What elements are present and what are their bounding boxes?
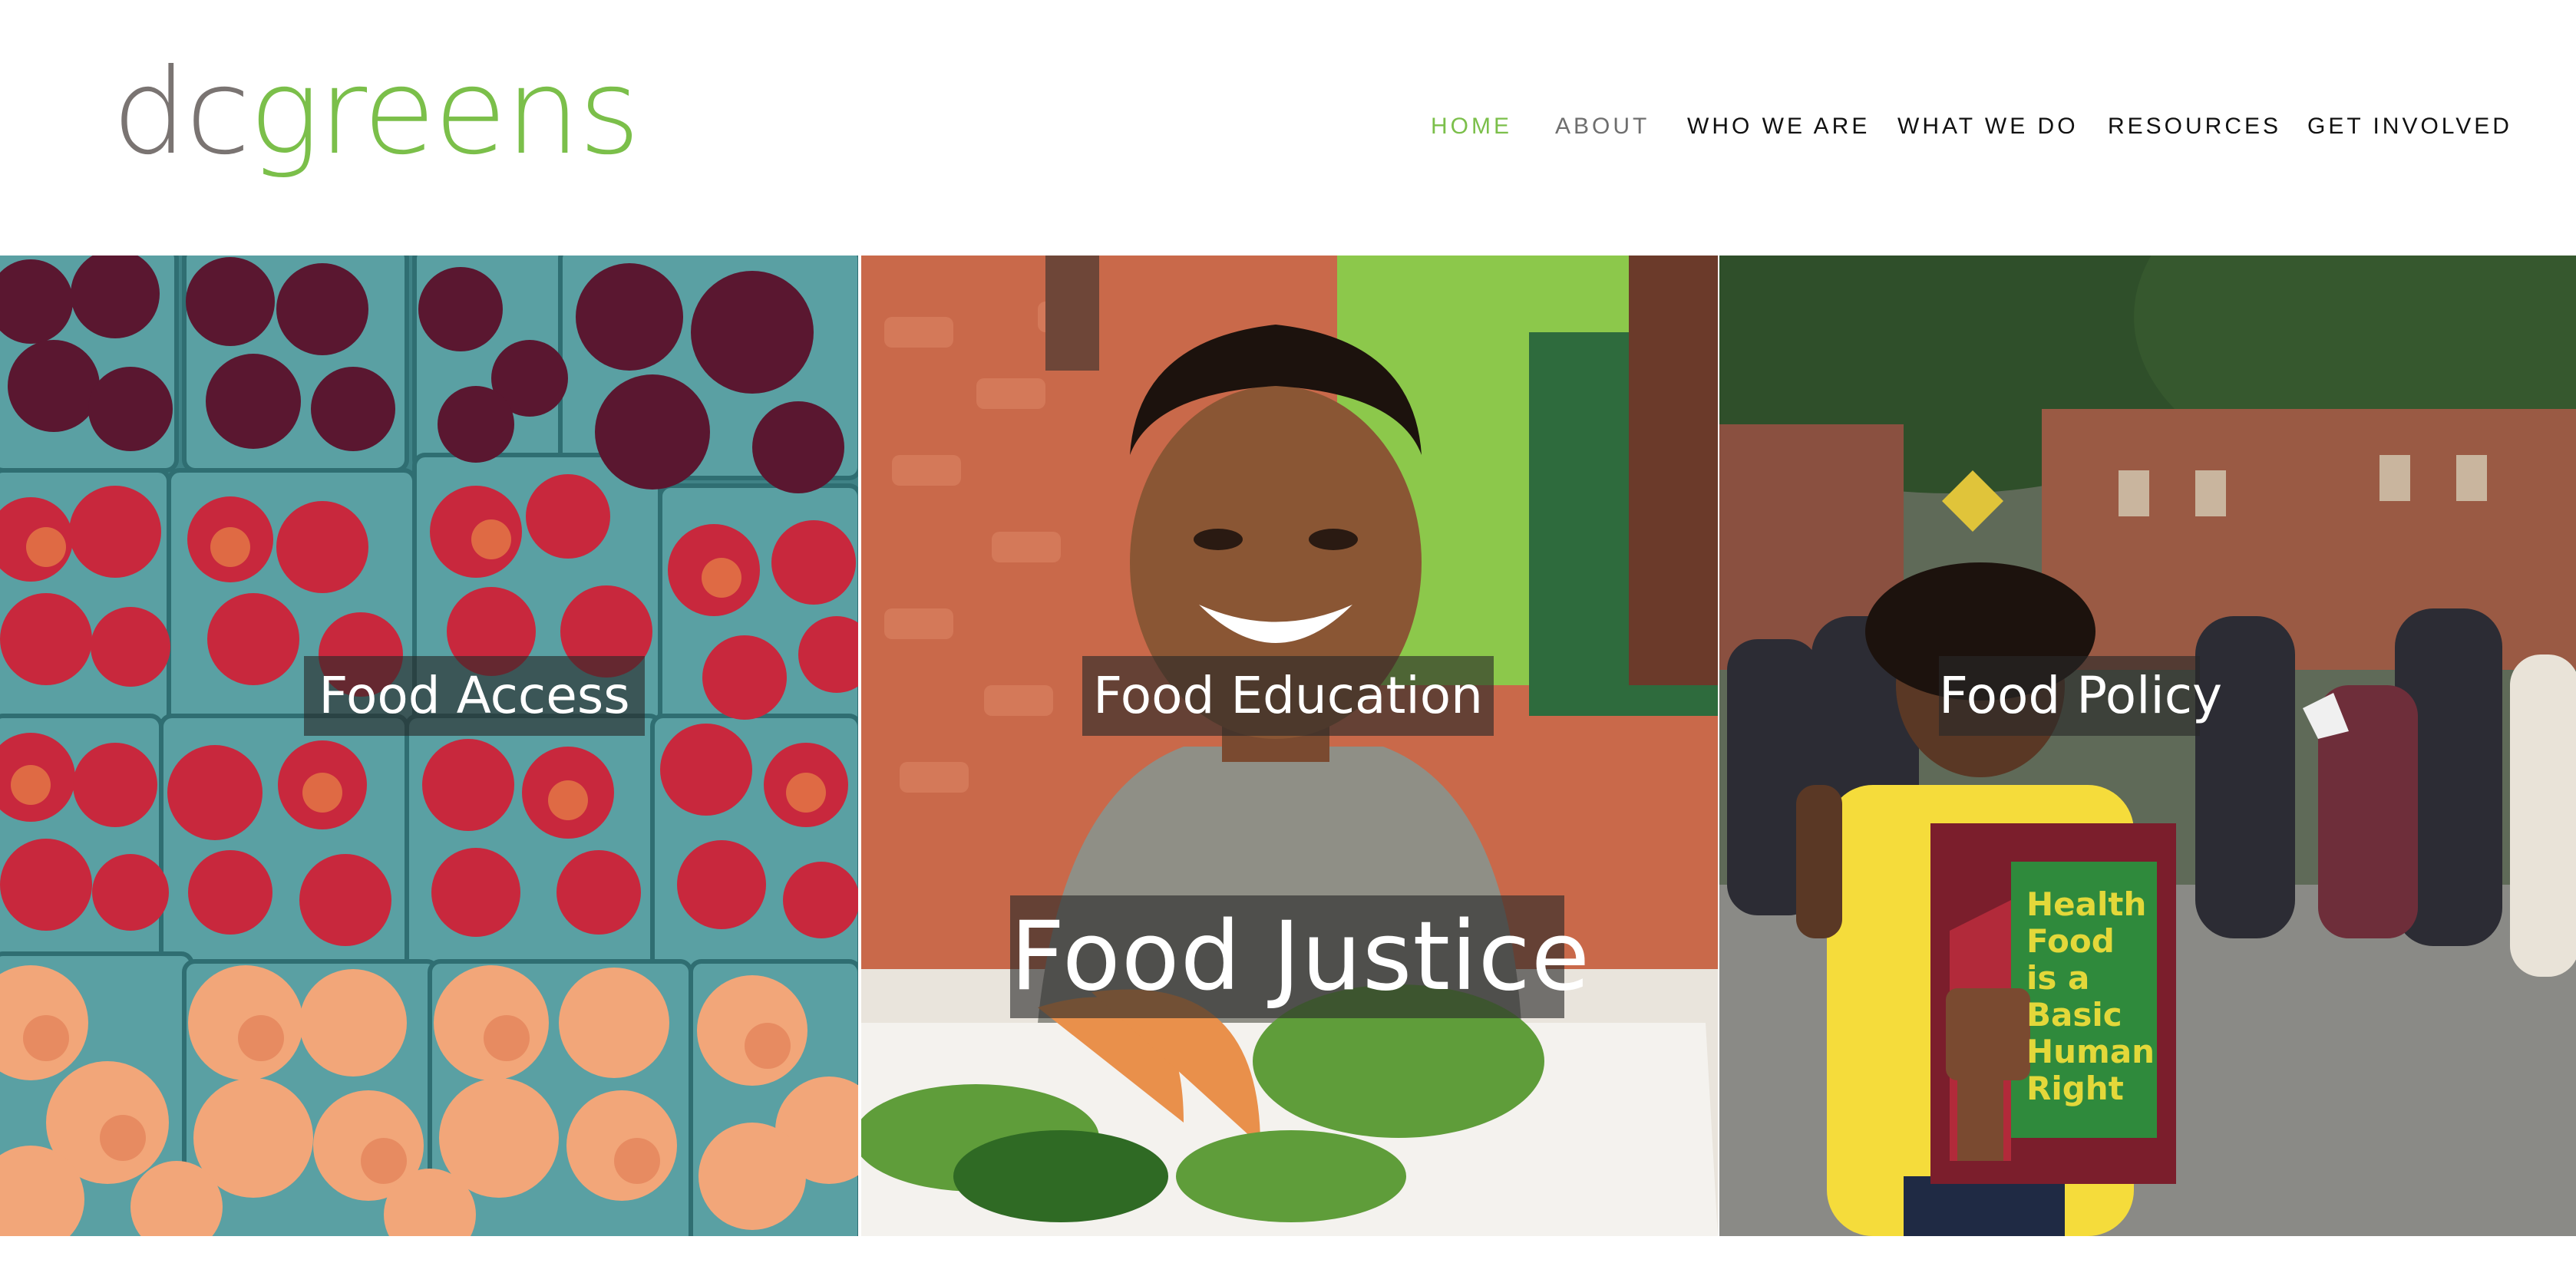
label-food-justice[interactable]: Food Justice: [1010, 895, 1590, 1018]
sign-line-4: Basic: [2026, 996, 2122, 1034]
logo-dc: dc: [112, 44, 250, 181]
dcgreens-logo[interactable]: dcgreens: [112, 54, 640, 172]
nav-what-we-do[interactable]: WHAT WE DO: [1897, 114, 2079, 140]
nav-resources[interactable]: RESOURCES: [2108, 114, 2281, 140]
panel-food-access[interactable]: Food Access: [0, 256, 858, 1236]
smiling-child-image: [861, 256, 1718, 1236]
page-bottom-strip: [0, 1236, 2576, 1276]
main-nav: HOME ABOUT WHO WE ARE WHAT WE DO RESOURC…: [0, 114, 2576, 144]
hero-panels: Food Access Food Education Health Food i…: [0, 256, 2576, 1236]
sign-line-3: is a: [2026, 959, 2089, 997]
sign-line-6: Right: [2026, 1070, 2124, 1107]
site-header: dcgreens HOME ABOUT WHO WE ARE WHAT WE D…: [0, 0, 2576, 256]
logo-greens: greens: [249, 44, 640, 181]
nav-about[interactable]: ABOUT: [1555, 114, 1650, 140]
nav-who-we-are[interactable]: WHO WE ARE: [1687, 114, 1870, 140]
sign-line-2: Food: [2026, 922, 2115, 960]
panel-food-education[interactable]: Food Education: [861, 256, 1718, 1236]
label-food-policy[interactable]: Food Policy: [1939, 656, 2222, 736]
sign-line-5: Human: [2026, 1033, 2155, 1070]
nav-get-involved[interactable]: GET INVOLVED: [2307, 114, 2512, 140]
nav-home[interactable]: HOME: [1431, 114, 1512, 140]
march-protest-image: Health Food is a Basic Human Right: [1719, 256, 2576, 1236]
panel-food-policy[interactable]: Health Food is a Basic Human Right Food …: [1719, 256, 2576, 1236]
fruit-crates-image: [0, 256, 858, 1236]
sign-line-1: Health: [2026, 885, 2146, 923]
label-food-education[interactable]: Food Education: [1082, 656, 1494, 736]
label-food-access[interactable]: Food Access: [304, 656, 645, 736]
